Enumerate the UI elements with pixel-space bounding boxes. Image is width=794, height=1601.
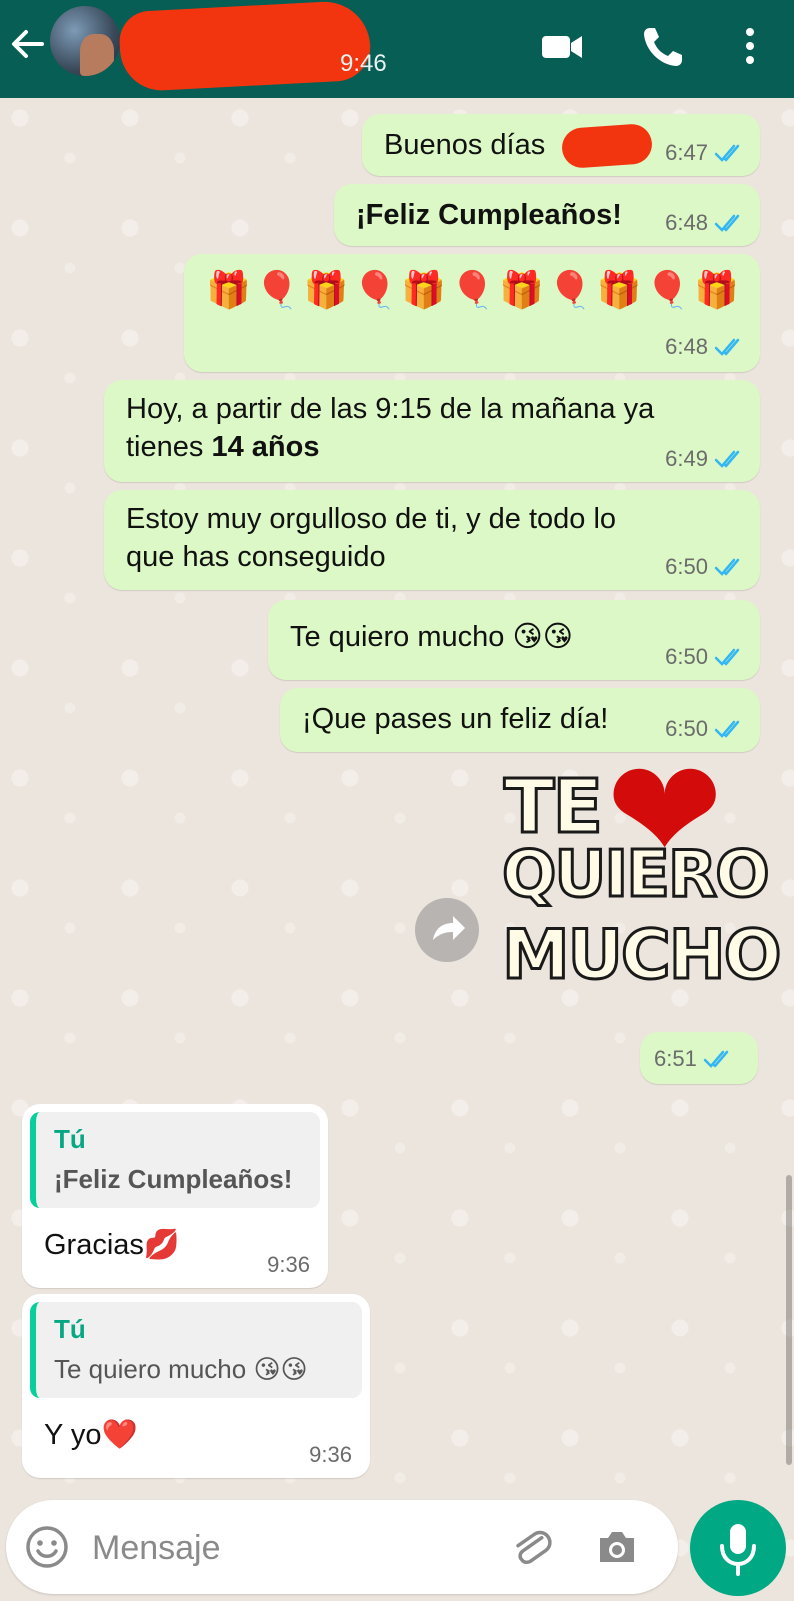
read-ticks-icon — [714, 144, 740, 162]
message-text: ¡Que pases un feliz día! — [302, 703, 609, 735]
read-ticks-icon — [714, 338, 740, 356]
message-text: Estoy muy orgulloso de ti, y de todo lo … — [126, 500, 616, 576]
message-text: ¡Feliz Cumpleaños! — [356, 199, 622, 231]
sticker-text-line: QUIERO — [501, 837, 772, 914]
more-vert-icon — [746, 28, 754, 64]
microphone-icon — [720, 1524, 756, 1576]
message-emojis: 🎁🎈🎁🎈🎁🎈🎁🎈🎁🎈🎁 — [206, 269, 744, 310]
message-text-line: Hoy, a partir de las 9:15 de la mañana y… — [126, 393, 655, 425]
chat-header: 9:46 — [0, 0, 794, 98]
message-text: Hoy, a partir de las 9:15 de la mañana y… — [126, 390, 654, 466]
message-meta: 6:49 — [665, 446, 746, 472]
message-time: 6:50 — [665, 644, 708, 669]
message-bubble[interactable]: 🎁🎈🎁🎈🎁🎈🎁🎈🎁🎈🎁 6:48 — [184, 254, 760, 372]
message-text: Gracias💋 — [44, 1229, 181, 1261]
read-ticks-icon — [714, 450, 740, 468]
quote-author: Tú — [54, 1314, 86, 1344]
message-meta: 9:36 — [267, 1252, 310, 1278]
message-text-line: Estoy muy orgulloso de ti, y de todo lo — [126, 503, 617, 535]
read-ticks-icon — [714, 214, 740, 232]
contact-status-time: 9:46 — [340, 50, 387, 77]
message-input-bar — [6, 1500, 678, 1594]
sticker-text-line: MUCHO — [501, 915, 784, 997]
incoming-reply-bubble[interactable]: Tú Te quiero mucho 😘😘 Y yo❤️ 9:36 — [22, 1294, 370, 1478]
love-sticker[interactable]: TE ❤ QUIERO MUCHO — [501, 742, 784, 1008]
message-meta: 6:48 — [665, 334, 746, 360]
message-meta: 6:51 — [654, 1046, 735, 1072]
message-input[interactable] — [90, 1522, 474, 1574]
message-bubble[interactable]: ¡Feliz Cumpleaños! 6:48 — [334, 184, 760, 246]
camera-button[interactable] — [592, 1522, 642, 1572]
emoji-icon — [26, 1526, 68, 1568]
message-meta: 6:47 — [665, 140, 746, 166]
more-options-button[interactable] — [730, 22, 780, 72]
video-call-button[interactable] — [538, 22, 588, 72]
video-call-icon — [542, 36, 582, 58]
message-time: 6:48 — [665, 334, 708, 359]
attach-button[interactable] — [506, 1522, 556, 1572]
message-time: 9:36 — [309, 1442, 352, 1467]
message-meta: 6:48 — [665, 210, 746, 236]
redaction-mark — [560, 122, 654, 170]
message-bubble[interactable]: Buenos días 6:47 — [362, 114, 760, 176]
read-ticks-icon — [703, 1050, 729, 1068]
chat-area[interactable]: Buenos días 6:47 ¡Feliz Cumpleaños! 6:48… — [0, 98, 794, 1500]
voice-message-button[interactable] — [690, 1500, 786, 1596]
message-bubble[interactable]: Estoy muy orgulloso de ti, y de todo lo … — [104, 490, 760, 590]
forward-arrow-icon — [433, 916, 465, 940]
message-bubble[interactable]: Te quiero mucho 😘😘 6:50 — [268, 600, 760, 680]
redacted-contact-name — [118, 0, 372, 93]
quoted-message[interactable]: Tú Te quiero mucho 😘😘 — [30, 1302, 362, 1398]
chat-scrollbar[interactable] — [786, 1175, 792, 1465]
paperclip-icon — [516, 1530, 552, 1565]
message-bubble[interactable]: Hoy, a partir de las 9:15 de la mañana y… — [104, 380, 760, 482]
quote-author: Tú — [54, 1124, 86, 1154]
message-text-line: tienes — [126, 431, 212, 463]
incoming-reply-bubble[interactable]: Tú ¡Feliz Cumpleaños! Gracias💋 9:36 — [22, 1104, 328, 1288]
message-time: 6:47 — [665, 140, 708, 165]
message-text-bold: 14 años — [211, 431, 320, 463]
quoted-message[interactable]: Tú ¡Feliz Cumpleaños! — [30, 1112, 320, 1208]
quote-text: Te quiero mucho 😘😘 — [54, 1354, 308, 1384]
message-time: 6:48 — [665, 210, 708, 235]
back-arrow-icon — [12, 30, 44, 58]
message-time: 6:50 — [665, 554, 708, 579]
message-text: Y yo❤️ — [44, 1419, 138, 1451]
forward-button[interactable] — [415, 898, 479, 962]
message-meta: 9:36 — [309, 1442, 352, 1468]
message-text-line: que has conseguido — [126, 541, 386, 573]
sticker-time-bubble: 6:51 — [640, 1032, 758, 1084]
message-text: Buenos días — [384, 129, 546, 161]
message-time: 6:49 — [665, 446, 708, 471]
phone-icon — [644, 28, 682, 66]
message-meta: 6:50 — [665, 644, 746, 670]
message-time: 9:36 — [267, 1252, 310, 1277]
message-text: Te quiero mucho 😘😘 — [290, 621, 573, 653]
read-ticks-icon — [714, 648, 740, 666]
read-ticks-icon — [714, 558, 740, 576]
quote-text: ¡Feliz Cumpleaños! — [54, 1164, 293, 1194]
back-button[interactable] — [6, 22, 50, 66]
emoji-button[interactable] — [24, 1524, 70, 1570]
contact-avatar[interactable] — [50, 6, 120, 76]
voice-call-button[interactable] — [638, 22, 688, 72]
message-meta: 6:50 — [665, 554, 746, 580]
camera-icon — [600, 1532, 634, 1562]
message-time: 6:51 — [654, 1046, 697, 1071]
